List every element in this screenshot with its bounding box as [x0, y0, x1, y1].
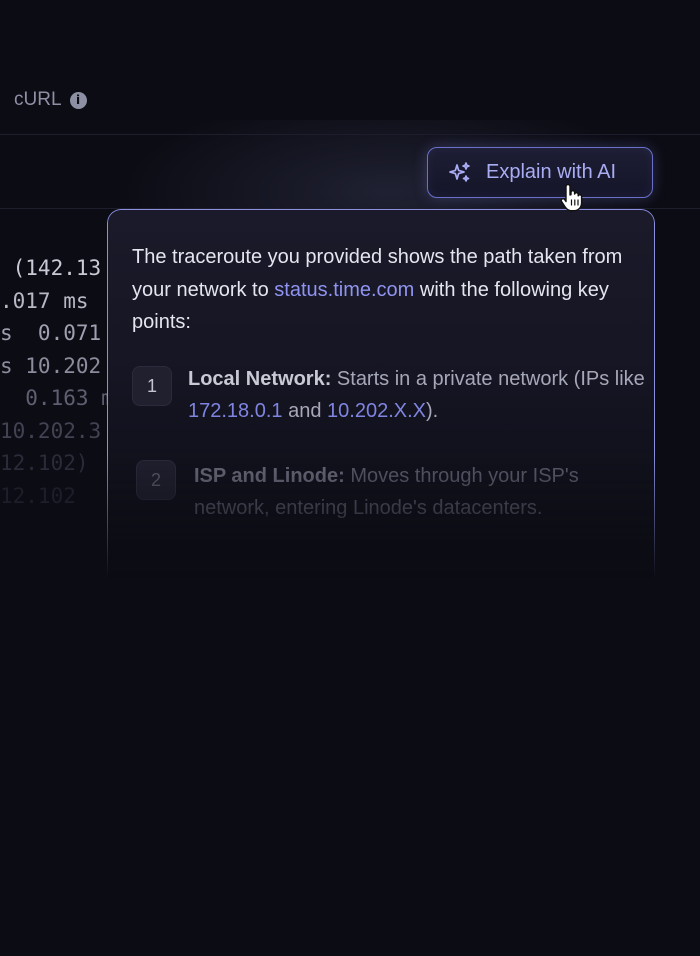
terminal-line: 12.102	[0, 483, 76, 508]
info-icon[interactable]: i	[69, 91, 87, 109]
hand-cursor-icon	[560, 183, 583, 212]
terminal-output: (142.13 .017 ms s 0.071 s 10.202 0.163 m 10.…	[0, 252, 110, 512]
terminal-line: 10.202.3	[0, 418, 102, 443]
terminal-line: 12.102)	[0, 451, 89, 475]
terminal-line: 0.163 m	[0, 386, 110, 410]
step-description: and	[282, 400, 328, 422]
explain-button-label: Explain with AI	[486, 161, 617, 183]
step-number-badge: 2	[136, 460, 176, 500]
tab-curl-label: cURL	[14, 89, 62, 110]
explain-with-ai-button[interactable]: Explain with AI	[427, 147, 653, 198]
step-text: Local Network: Starts in a private netwo…	[188, 363, 648, 427]
step-description: ).	[425, 400, 439, 422]
terminal-line: s 0.071	[0, 321, 102, 345]
step-title: Local Network:	[188, 368, 332, 390]
list-item: 2 ISP and Linode: Moves through your ISP…	[132, 460, 632, 530]
status-link[interactable]: status.time.com	[274, 279, 414, 301]
ip-address: 172.18.0.1	[188, 400, 283, 422]
ip-address: 10.202.X.X	[327, 400, 426, 422]
divider	[0, 134, 700, 135]
step-title: ISP and Linode:	[194, 465, 345, 487]
list-item: 1 Local Network: Starts in a private net…	[132, 363, 645, 433]
terminal-line: .017 ms	[0, 288, 89, 313]
tab-curl[interactable]: cURL i	[14, 89, 87, 111]
step-number-badge: 1	[132, 366, 172, 406]
terminal-line: (142.13	[0, 256, 102, 280]
step-description: Starts in a private network (IPs like	[331, 368, 645, 390]
explanation-intro: The traceroute you provided shows the pa…	[132, 241, 642, 339]
sparkle-icon	[448, 161, 472, 185]
terminal-line: s 10.202	[0, 353, 102, 378]
ai-explanation-popover: The traceroute you provided shows the pa…	[107, 209, 655, 629]
step-text: ISP and Linode: Moves through your ISP's…	[194, 460, 654, 524]
